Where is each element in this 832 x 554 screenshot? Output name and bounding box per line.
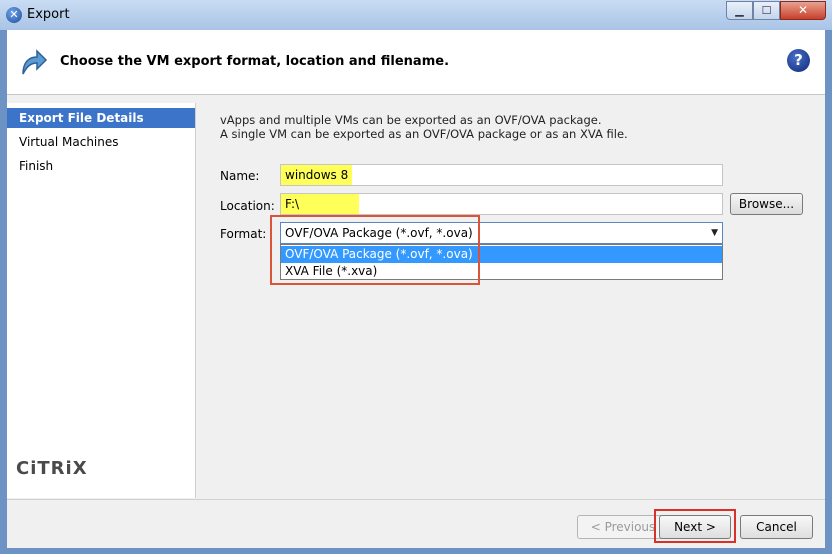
dialog-client: Choose the VM export format, location an…: [7, 30, 825, 548]
location-label: Location:: [220, 199, 275, 213]
name-input[interactable]: windows 8: [280, 164, 723, 186]
browse-button[interactable]: Browse...: [730, 193, 803, 215]
location-input[interactable]: F:\: [280, 193, 723, 215]
intro-text-line1: vApps and multiple VMs can be exported a…: [220, 113, 602, 127]
minimize-button[interactable]: ▁: [726, 1, 753, 20]
title-bar[interactable]: ✕ Export ▁ ☐ ✕: [0, 0, 832, 30]
dropdown-arrow-icon[interactable]: ▼: [711, 223, 718, 243]
export-file-details-panel: vApps and multiple VMs can be exported a…: [196, 103, 825, 498]
next-highlight-box: [654, 509, 736, 543]
window-title: Export: [27, 7, 70, 22]
export-window: ✕ Export ▁ ☐ ✕ Choose the VM export form…: [0, 0, 832, 554]
intro-text-line2: A single VM can be exported as an OVF/OV…: [220, 127, 628, 141]
location-value: F:\: [281, 194, 359, 214]
citrix-logo: CiTRiX: [16, 458, 88, 479]
sidebar-item-export-file-details[interactable]: Export File Details: [7, 108, 195, 128]
export-arrow-icon: [22, 49, 48, 75]
name-label: Name:: [220, 169, 260, 183]
close-button[interactable]: ✕: [780, 1, 826, 20]
close-icon: ✕: [797, 3, 809, 17]
wizard-steps: Export File Details Virtual Machines Fin…: [7, 103, 196, 498]
sidebar-item-virtual-machines[interactable]: Virtual Machines: [7, 132, 195, 152]
cancel-button[interactable]: Cancel: [740, 515, 813, 539]
sidebar-item-finish[interactable]: Finish: [7, 156, 195, 176]
wizard-footer: < Previous Next > Cancel: [7, 499, 825, 548]
minimize-icon: ▁: [735, 4, 744, 17]
format-highlight-box: [270, 215, 480, 285]
name-value: windows 8: [281, 165, 353, 185]
format-label: Format:: [220, 227, 267, 241]
wizard-header: Choose the VM export format, location an…: [7, 30, 825, 95]
help-icon[interactable]: ?: [787, 49, 810, 72]
maximize-button[interactable]: ☐: [753, 1, 780, 20]
close-circle-icon: ✕: [6, 7, 22, 23]
page-title: Choose the VM export format, location an…: [60, 54, 450, 69]
maximize-icon: ☐: [761, 4, 772, 17]
